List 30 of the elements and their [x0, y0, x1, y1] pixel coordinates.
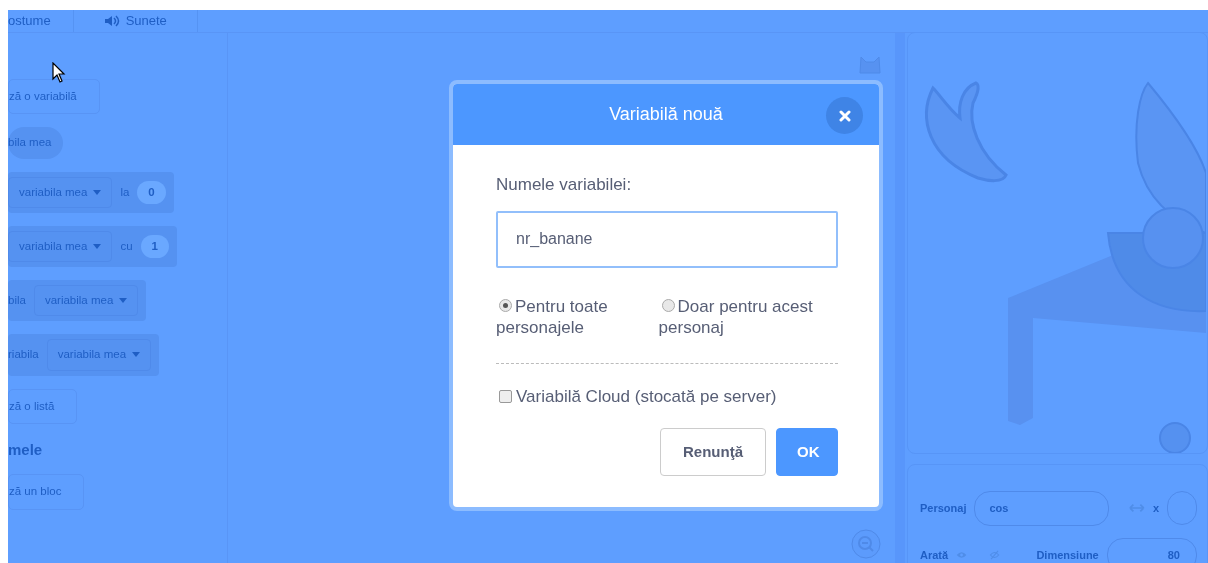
number-input[interactable]: 1: [140, 234, 169, 258]
ok-button[interactable]: OK: [776, 428, 838, 476]
close-button[interactable]: [826, 97, 863, 134]
close-icon: [838, 109, 851, 122]
sprite-name-field[interactable]: cos: [974, 491, 1110, 526]
palette-button[interactable]: ză o variabilă: [8, 79, 100, 115]
x-label: x: [1152, 501, 1159, 516]
show-label: Arată: [920, 547, 949, 563]
checkbox-label: Variabilă Cloud (stocată pe server): [516, 385, 777, 408]
cancel-button[interactable]: Renunţă: [660, 428, 766, 476]
caret-icon: [93, 189, 102, 195]
speaker-icon: [103, 15, 120, 27]
dialog-title: Variabilă nouă: [609, 103, 723, 126]
editor-tab[interactable]: Sunete: [73, 10, 198, 32]
caret-icon: [119, 298, 128, 304]
palette-button[interactable]: ză o listă: [8, 388, 78, 424]
radio-option[interactable]: Pentru toate personajele: [496, 295, 659, 338]
cloud-checkbox[interactable]: Variabilă Cloud (stocată pe server): [496, 383, 837, 409]
size-label: Dimensiune: [1036, 547, 1099, 563]
palette-button[interactable]: ză un bloc: [8, 474, 85, 510]
field-label: Numele variabilei:: [496, 174, 633, 196]
caret-icon: [93, 243, 102, 249]
editor-tab[interactable]: ostume: [8, 10, 74, 32]
caret-icon: [132, 352, 141, 358]
name-field[interactable]: nr_banane: [496, 210, 838, 268]
mouse-pointer-icon: [52, 62, 66, 84]
radio-option[interactable]: Doar pentru acest personaj: [658, 295, 837, 338]
number-input[interactable]: 0: [137, 180, 166, 204]
category-heading: mele: [8, 439, 43, 460]
sprite-label: Personaj: [920, 501, 967, 516]
